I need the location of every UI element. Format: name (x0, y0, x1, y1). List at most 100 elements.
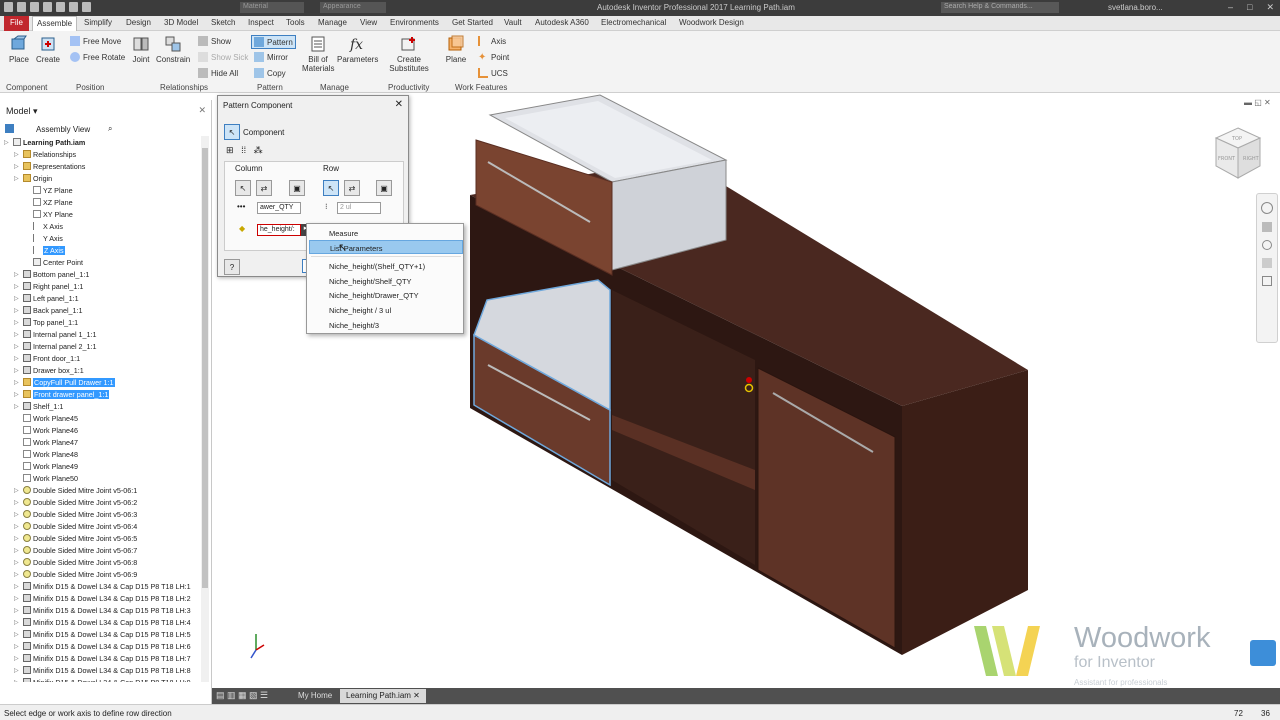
tree-item[interactable]: ▷ Back panel_1:1 (14, 304, 83, 316)
pattern-button[interactable]: Pattern (251, 35, 296, 49)
expand-toggle-icon[interactable]: ▷ (14, 343, 21, 350)
home-icon[interactable] (82, 2, 91, 12)
tree-item[interactable]: X Axis (24, 220, 63, 232)
undo-icon[interactable] (56, 2, 65, 12)
expand-toggle-icon[interactable]: ▷ (14, 295, 21, 302)
tree-item[interactable]: Work Plane45 (14, 412, 78, 424)
menu-item-niche-3ul[interactable]: Niche_height / 3 ul (309, 303, 463, 317)
tab-3d-model[interactable]: 3D Model (164, 18, 198, 27)
expand-toggle-icon[interactable]: ▷ (14, 559, 21, 566)
expand-toggle-icon[interactable]: ▷ (14, 307, 21, 314)
close-icon[interactable]: ✕ (1266, 2, 1274, 13)
tree-item[interactable]: ▷ Shelf_1:1 (14, 400, 63, 412)
panel-component[interactable]: Component (6, 83, 47, 92)
menu-item-niche-drawer[interactable]: Niche_height/Drawer_QTY (309, 288, 463, 302)
panel-work-features[interactable]: Work Features (455, 83, 507, 92)
pattern-type-tabs[interactable]: ⊞ ⁞⁞ ⁂ (226, 145, 263, 156)
tree-item[interactable]: ▷ Double Sided Mitre Joint v5-06:7 (14, 544, 137, 556)
tab-get-started[interactable]: Get Started (452, 18, 493, 27)
open-icon[interactable] (30, 2, 39, 12)
zoom-icon[interactable] (1262, 240, 1272, 250)
tree-item[interactable]: XY Plane (24, 208, 73, 220)
tree-item[interactable]: ▷ Double Sided Mitre Joint v5-06:1 (14, 484, 137, 496)
tree-item[interactable]: ▷ Minifix D15 & Dowel L34 & Cap D15 P8 T1… (14, 628, 191, 640)
expand-toggle-icon[interactable]: ▷ (14, 331, 21, 338)
redo-icon[interactable] (69, 2, 78, 12)
tree-item[interactable]: YZ Plane (24, 184, 73, 196)
tree-item[interactable]: ▷ Minifix D15 & Dowel L34 & Cap D15 P8 T1… (14, 616, 191, 628)
search-icon[interactable]: ⌕ (108, 124, 112, 134)
expand-toggle-icon[interactable]: ▷ (14, 403, 21, 410)
expand-toggle-icon[interactable]: ▷ (14, 679, 21, 683)
expand-toggle-icon[interactable]: ▷ (14, 607, 21, 614)
tab-autodesk-a360[interactable]: Autodesk A360 (535, 18, 589, 27)
panel-productivity[interactable]: Productivity (388, 83, 429, 92)
minimize-icon[interactable]: – (1228, 2, 1233, 13)
tab-sketch[interactable]: Sketch (211, 18, 235, 27)
tab-learning-path[interactable]: Learning Path.iam ✕ (340, 689, 426, 703)
row-count-field[interactable]: 2 ul (337, 202, 381, 214)
save-icon[interactable] (43, 2, 52, 12)
menu-item-niche-shelf[interactable]: Niche_height/Shelf_QTY (309, 274, 463, 288)
menu-item-niche-shelf-plus[interactable]: Niche_height/(Shelf_QTY+1) (309, 259, 463, 273)
tab-vault[interactable]: Vault (504, 18, 522, 27)
free-rotate-button[interactable]: Free Rotate (70, 52, 125, 62)
menu-item-list-parameters[interactable]: List Parameters (309, 240, 463, 254)
tree-item[interactable]: Work Plane47 (14, 436, 78, 448)
place-button[interactable]: Place (6, 35, 32, 64)
expand-toggle-icon[interactable]: ▷ (14, 535, 21, 542)
copy-button[interactable]: Copy (254, 68, 286, 78)
tile-icons[interactable]: ▤ ▥ ▦ ▧ ☰ (216, 690, 268, 701)
tab-assemble[interactable]: Assemble (32, 16, 78, 31)
tab-my-home[interactable]: My Home (292, 689, 338, 703)
tree-item[interactable]: ▷ Drawer box_1:1 (14, 364, 84, 376)
tab-simplify[interactable]: Simplify (84, 18, 112, 27)
pan-icon[interactable] (1262, 222, 1272, 232)
tree-item[interactable]: ▷ Bottom panel_1:1 (14, 268, 89, 280)
expand-toggle-icon[interactable]: ▷ (14, 655, 21, 662)
tab-manage[interactable]: Manage (318, 18, 347, 27)
tree-item[interactable]: XZ Plane (24, 196, 73, 208)
tree-item[interactable]: ▷ Front drawer panel_1:1 (14, 388, 110, 400)
panel-position[interactable]: Position (76, 83, 104, 92)
steering-wheel-icon[interactable] (1261, 202, 1273, 214)
tab-view[interactable]: View (360, 18, 377, 27)
tab-inspect[interactable]: Inspect (248, 18, 274, 27)
expand-toggle-icon[interactable]: ▷ (14, 391, 21, 398)
tree-item[interactable]: ▷ Double Sided Mitre Joint v5-06:4 (14, 520, 137, 532)
hide-all-button[interactable]: Hide All (198, 68, 238, 78)
expand-toggle-icon[interactable]: ▷ (14, 163, 21, 170)
tree-item[interactable]: Work Plane46 (14, 424, 78, 436)
material-dropdown[interactable]: Material (240, 2, 304, 13)
tree-item[interactable]: Work Plane49 (14, 460, 78, 472)
tree-item[interactable]: ▷ Front door_1:1 (14, 352, 80, 364)
navigation-bar[interactable] (1256, 193, 1278, 343)
expand-toggle-icon[interactable]: ▷ (4, 139, 11, 146)
expand-toggle-icon[interactable]: ▷ (14, 667, 21, 674)
tree-item[interactable]: ▷ Minifix D15 & Dowel L34 & Cap D15 P8 T1… (14, 676, 191, 682)
tree-item[interactable]: ▷ Minifix D15 & Dowel L34 & Cap D15 P8 T1… (14, 592, 191, 604)
tree-item[interactable]: ▷ Relationships (14, 148, 76, 160)
row-midplane-button[interactable]: ▣ (376, 180, 392, 196)
expand-toggle-icon[interactable]: ▷ (14, 487, 21, 494)
expand-toggle-icon[interactable]: ▷ (14, 619, 21, 626)
tree-item[interactable]: ▷ Top panel_1:1 (14, 316, 78, 328)
panel-pattern[interactable]: Pattern (257, 83, 283, 92)
tree-item[interactable]: Work Plane48 (14, 448, 78, 460)
expand-toggle-icon[interactable]: ▷ (14, 151, 21, 158)
create-button[interactable]: Create (35, 35, 61, 64)
expand-toggle-icon[interactable]: ▷ (14, 643, 21, 650)
user-account[interactable]: svetlana.boro... (1108, 3, 1163, 12)
menu-item-measure[interactable]: Measure (309, 226, 463, 240)
column-flip-button[interactable]: ⇄ (256, 180, 272, 196)
tab-electromechanical[interactable]: Electromechanical (601, 18, 666, 27)
look-at-icon[interactable] (1262, 276, 1272, 286)
expand-toggle-icon[interactable]: ▷ (14, 283, 21, 290)
column-direction-button[interactable]: ↖ (235, 180, 251, 196)
column-count-field[interactable]: awer_QTY (257, 202, 301, 214)
tree-item[interactable]: ▷ Double Sided Mitre Joint v5-06:5 (14, 532, 137, 544)
browser-close-icon[interactable]: ✕ (198, 105, 206, 116)
dialog-close-icon[interactable]: ✕ (395, 99, 403, 110)
expand-toggle-icon[interactable]: ▷ (14, 319, 21, 326)
expand-toggle-icon[interactable]: ▷ (14, 379, 21, 386)
